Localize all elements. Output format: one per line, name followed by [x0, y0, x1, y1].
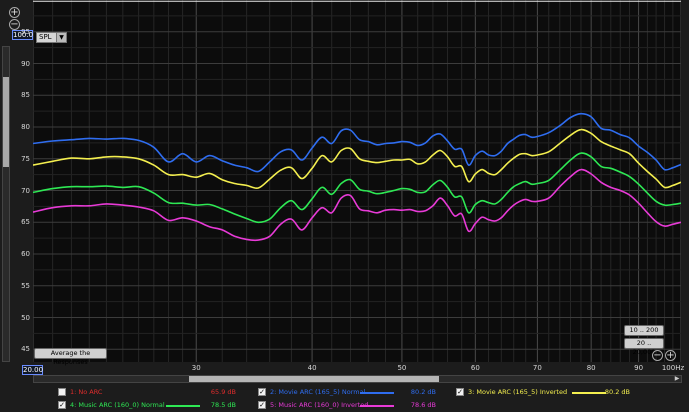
horizontal-scrollbar[interactable]: ▶ [33, 375, 682, 383]
x-tick-label: 90 [634, 364, 644, 372]
legend-item-5[interactable]: ✓ 5: Music ARC (160_0) Inverted 78.6 dB [258, 399, 448, 411]
legend-item-4[interactable]: ✓ 4: Music ARC (160_0) Normal 78.5 dB [58, 399, 248, 411]
chevron-down-icon: ▼ [56, 33, 66, 42]
range-20-20000-button[interactable]: 20 .. 20,000 [624, 338, 664, 356]
x-tick-label: 60 [470, 364, 480, 372]
y-tick-label: 70 [21, 186, 30, 195]
y-tick-label: 90 [21, 59, 30, 68]
legend-panel: 1: No ARC 65.9 dB ✓ 2: Movie ARC (165_5)… [0, 384, 689, 412]
y-tick-label: 85 [21, 91, 30, 100]
plot-area[interactable] [33, 0, 681, 362]
x-tick-label: 30 [191, 364, 201, 372]
horizontal-zoom-in-icon[interactable]: + [665, 350, 676, 361]
x-tick-label: 40 [307, 364, 317, 372]
x-tick-label: 80 [586, 364, 596, 372]
legend-checkbox-1[interactable] [58, 388, 66, 396]
y-axis-unit-value: SPL [39, 33, 52, 41]
y-tick-label: 65 [21, 218, 30, 227]
legend-label-5: 5: Music ARC (160_0) Inverted [270, 401, 369, 409]
y-tick-label: 75 [21, 154, 30, 163]
legend-item-1[interactable]: 1: No ARC 65.9 dB [58, 386, 248, 398]
scroll-right-icon[interactable]: ▶ [673, 376, 681, 382]
y-tick-label: 45 [21, 345, 30, 354]
legend-item-2[interactable]: ✓ 2: Movie ARC (165_5) Normal 80.2 dB [258, 386, 448, 398]
legend-swatch-3 [572, 392, 606, 394]
legend-swatch-2 [360, 392, 394, 394]
legend-value-1: 65.9 dB [210, 388, 236, 396]
y-tick-label: 80 [21, 123, 30, 132]
vertical-scrollbar[interactable] [2, 46, 10, 362]
legend-checkbox-5[interactable]: ✓ [258, 401, 266, 409]
zoom-in-icon[interactable]: + [9, 7, 20, 18]
response-chart [33, 0, 681, 362]
x-tick-label: 50 [397, 364, 407, 372]
vertical-scroll-thumb[interactable] [3, 77, 9, 167]
average-responses-button[interactable]: Average the Responses [34, 348, 107, 366]
series-line-4 [33, 152, 681, 224]
x-tick-label: 70 [532, 364, 542, 372]
x-tick-label: 100Hz [661, 364, 685, 372]
horizontal-scroll-thumb[interactable] [189, 376, 439, 382]
legend-checkbox-3[interactable]: ✓ [456, 388, 464, 396]
y-axis-unit-select[interactable]: SPL ▼ [36, 32, 67, 43]
legend-label-4: 4: Music ARC (160_0) Normal [70, 401, 165, 409]
legend-label-3: 3: Movie ARC (165_5) Inverted [468, 388, 568, 396]
legend-value-3: 80.2 dB [604, 388, 630, 396]
legend-value-4: 78.5 dB [210, 401, 236, 409]
series-line-5 [33, 168, 681, 242]
y-tick-label: 55 [21, 281, 30, 290]
legend-label-2: 2: Movie ARC (165_5) Normal [270, 388, 366, 396]
y-tick-label: 95 [21, 27, 30, 36]
horizontal-zoom-out-icon[interactable]: − [652, 350, 663, 361]
x-axis-start-field[interactable]: 20.00 [22, 365, 43, 375]
legend-item-3[interactable]: ✓ 3: Movie ARC (165_5) Inverted 80.2 dB [456, 386, 646, 398]
range-10-200-button[interactable]: 10 .. 200 [624, 325, 664, 336]
y-tick-label: 50 [21, 313, 30, 322]
legend-checkbox-2[interactable]: ✓ [258, 388, 266, 396]
legend-swatch-4 [166, 405, 200, 407]
legend-label-1: 1: No ARC [70, 388, 103, 396]
legend-value-5: 78.6 dB [410, 401, 436, 409]
legend-value-2: 80.2 dB [410, 388, 436, 396]
legend-checkbox-4[interactable]: ✓ [58, 401, 66, 409]
rew-graph-window: + − 100.0 95 90 85 80 75 70 65 60 55 50 45 SPL ▼ A… [0, 0, 689, 412]
legend-swatch-5 [360, 405, 394, 407]
y-tick-label: 60 [21, 250, 30, 259]
